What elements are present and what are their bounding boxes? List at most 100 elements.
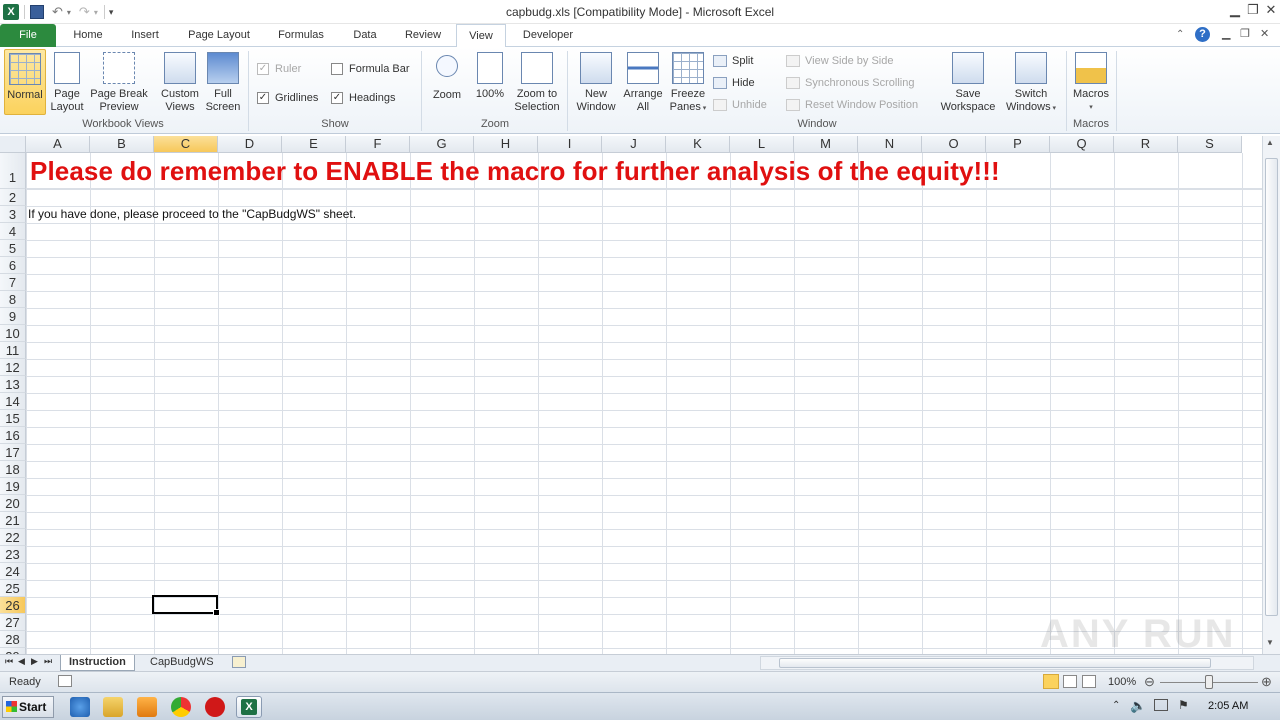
row-header-15[interactable]: 15 bbox=[0, 410, 26, 427]
row-header-21[interactable]: 21 bbox=[0, 512, 26, 529]
tab-view[interactable]: View bbox=[456, 24, 506, 48]
switch-windows-button[interactable]: Switch Windows ▾ bbox=[1000, 49, 1062, 115]
volume-icon[interactable]: 🔈 bbox=[1130, 698, 1146, 714]
show-hidden-icons[interactable]: ⌃ bbox=[1112, 700, 1120, 711]
row-header-3[interactable]: 3 bbox=[0, 206, 26, 223]
row-header-23[interactable]: 23 bbox=[0, 546, 26, 563]
internet-explorer-icon[interactable] bbox=[70, 697, 90, 717]
row-header-16[interactable]: 16 bbox=[0, 427, 26, 444]
zoom-slider-knob[interactable] bbox=[1205, 675, 1213, 689]
row-header-10[interactable]: 10 bbox=[0, 325, 26, 342]
row-header-1[interactable]: 1 bbox=[0, 153, 26, 189]
save-workspace-button[interactable]: Save Workspace bbox=[938, 49, 998, 115]
select-all-corner[interactable] bbox=[0, 136, 26, 153]
close-icon[interactable]: ✕ bbox=[1262, 3, 1280, 19]
headings-checkbox[interactable]: ✓ Headings bbox=[331, 89, 395, 107]
column-header-o[interactable]: O bbox=[922, 136, 986, 153]
column-header-q[interactable]: Q bbox=[1050, 136, 1114, 153]
full-screen-button[interactable]: Full Screen bbox=[202, 49, 244, 115]
row-header-13[interactable]: 13 bbox=[0, 376, 26, 393]
row-header-8[interactable]: 8 bbox=[0, 291, 26, 308]
row-header-26[interactable]: 26 bbox=[0, 597, 26, 614]
page-break-preview-button[interactable]: Page Break Preview bbox=[88, 49, 150, 115]
column-header-a[interactable]: A bbox=[26, 136, 90, 153]
column-header-b[interactable]: B bbox=[90, 136, 154, 153]
row-header-5[interactable]: 5 bbox=[0, 240, 26, 257]
macros-button[interactable]: Macros ▾ bbox=[1070, 49, 1112, 115]
column-header-f[interactable]: F bbox=[346, 136, 410, 153]
row-header-9[interactable]: 9 bbox=[0, 308, 26, 325]
row-header-2[interactable]: 2 bbox=[0, 189, 26, 206]
row-header-22[interactable]: 22 bbox=[0, 529, 26, 546]
page-layout-status-icon[interactable] bbox=[1063, 675, 1077, 688]
scroll-down-icon[interactable]: ▼ bbox=[1266, 638, 1274, 647]
prev-sheet-icon[interactable]: ◀ bbox=[18, 656, 25, 667]
row-header-18[interactable]: 18 bbox=[0, 461, 26, 478]
row-header-6[interactable]: 6 bbox=[0, 257, 26, 274]
row-header-17[interactable]: 17 bbox=[0, 444, 26, 461]
vertical-scroll-thumb[interactable] bbox=[1265, 158, 1278, 616]
row-header-11[interactable]: 11 bbox=[0, 342, 26, 359]
help-icon[interactable]: ? bbox=[1195, 27, 1210, 42]
cell-area[interactable] bbox=[26, 153, 1262, 654]
normal-view-status-icon[interactable] bbox=[1043, 674, 1059, 689]
column-header-g[interactable]: G bbox=[410, 136, 474, 153]
zoom-level[interactable]: 100% bbox=[1108, 676, 1136, 688]
doc-close-icon[interactable]: ✕ bbox=[1260, 27, 1269, 40]
doc-minimize-icon[interactable]: ▁ bbox=[1222, 27, 1230, 40]
cell-a1[interactable]: Please do remember to ENABLE the macro f… bbox=[30, 156, 1000, 187]
row-header-28[interactable]: 28 bbox=[0, 631, 26, 648]
custom-views-button[interactable]: Custom Views bbox=[158, 49, 202, 115]
row-header-4[interactable]: 4 bbox=[0, 223, 26, 240]
hide-button[interactable]: Hide bbox=[713, 74, 755, 92]
column-header-m[interactable]: M bbox=[794, 136, 858, 153]
zoom-to-selection-button[interactable]: Zoom to Selection bbox=[510, 49, 564, 115]
split-button[interactable]: Split bbox=[713, 52, 753, 70]
clock[interactable]: 2:05 AM bbox=[1208, 700, 1248, 712]
row-header-20[interactable]: 20 bbox=[0, 495, 26, 512]
column-header-k[interactable]: K bbox=[666, 136, 730, 153]
tab-file[interactable]: File bbox=[0, 24, 56, 47]
column-header-n[interactable]: N bbox=[858, 136, 922, 153]
new-window-button[interactable]: New Window bbox=[573, 49, 619, 115]
tab-home[interactable]: Home bbox=[62, 24, 114, 47]
freeze-panes-button[interactable]: Freeze Panes ▾ bbox=[666, 49, 710, 115]
tab-page-layout[interactable]: Page Layout bbox=[178, 24, 260, 47]
page-break-status-icon[interactable] bbox=[1082, 675, 1096, 688]
page-layout-view-button[interactable]: Page Layout bbox=[46, 49, 88, 115]
insert-sheet-icon[interactable] bbox=[232, 656, 246, 668]
minimize-icon[interactable]: ▁ bbox=[1226, 3, 1244, 19]
column-header-j[interactable]: J bbox=[602, 136, 666, 153]
column-header-d[interactable]: D bbox=[218, 136, 282, 153]
sheet-tab-instruction[interactable]: Instruction bbox=[60, 655, 135, 671]
horizontal-scroll-thumb[interactable] bbox=[779, 658, 1211, 668]
scroll-up-icon[interactable]: ▲ bbox=[1266, 138, 1274, 147]
sheet-tab-capbudgws[interactable]: CapBudgWS bbox=[142, 655, 222, 671]
action-center-flag-icon[interactable]: ⚑ bbox=[1178, 698, 1189, 712]
active-cell-c26[interactable] bbox=[152, 595, 220, 616]
row-header-19[interactable]: 19 bbox=[0, 478, 26, 495]
row-header-24[interactable]: 24 bbox=[0, 563, 26, 580]
zoom-button[interactable]: Zoom bbox=[426, 49, 468, 115]
ruler-checkbox[interactable]: ✓ Ruler bbox=[257, 60, 301, 78]
row-header-12[interactable]: 12 bbox=[0, 359, 26, 376]
column-header-r[interactable]: R bbox=[1114, 136, 1178, 153]
column-header-h[interactable]: H bbox=[474, 136, 538, 153]
last-sheet-icon[interactable]: ⏭ bbox=[44, 656, 52, 667]
macro-record-icon[interactable] bbox=[58, 675, 72, 687]
chrome-icon[interactable] bbox=[171, 697, 191, 717]
formula-bar-checkbox[interactable]: Formula Bar bbox=[331, 60, 410, 78]
view-side-by-side-button[interactable]: View Side by Side bbox=[786, 52, 893, 70]
tab-data[interactable]: Data bbox=[342, 24, 388, 47]
gridlines-checkbox[interactable]: ✓ Gridlines bbox=[257, 89, 318, 107]
column-header-c[interactable]: C bbox=[154, 136, 218, 153]
vertical-scrollbar[interactable]: ▲ ▼ bbox=[1262, 136, 1280, 654]
zoom-out-icon[interactable]: ⊖ bbox=[1144, 674, 1155, 690]
tab-formulas[interactable]: Formulas bbox=[268, 24, 334, 47]
tab-developer[interactable]: Developer bbox=[514, 24, 582, 47]
opera-icon[interactable] bbox=[205, 697, 225, 717]
unhide-button[interactable]: Unhide bbox=[713, 96, 767, 114]
zoom-in-icon[interactable]: ⊕ bbox=[1261, 674, 1272, 690]
column-header-p[interactable]: P bbox=[986, 136, 1050, 153]
horizontal-scrollbar[interactable] bbox=[760, 656, 1254, 670]
